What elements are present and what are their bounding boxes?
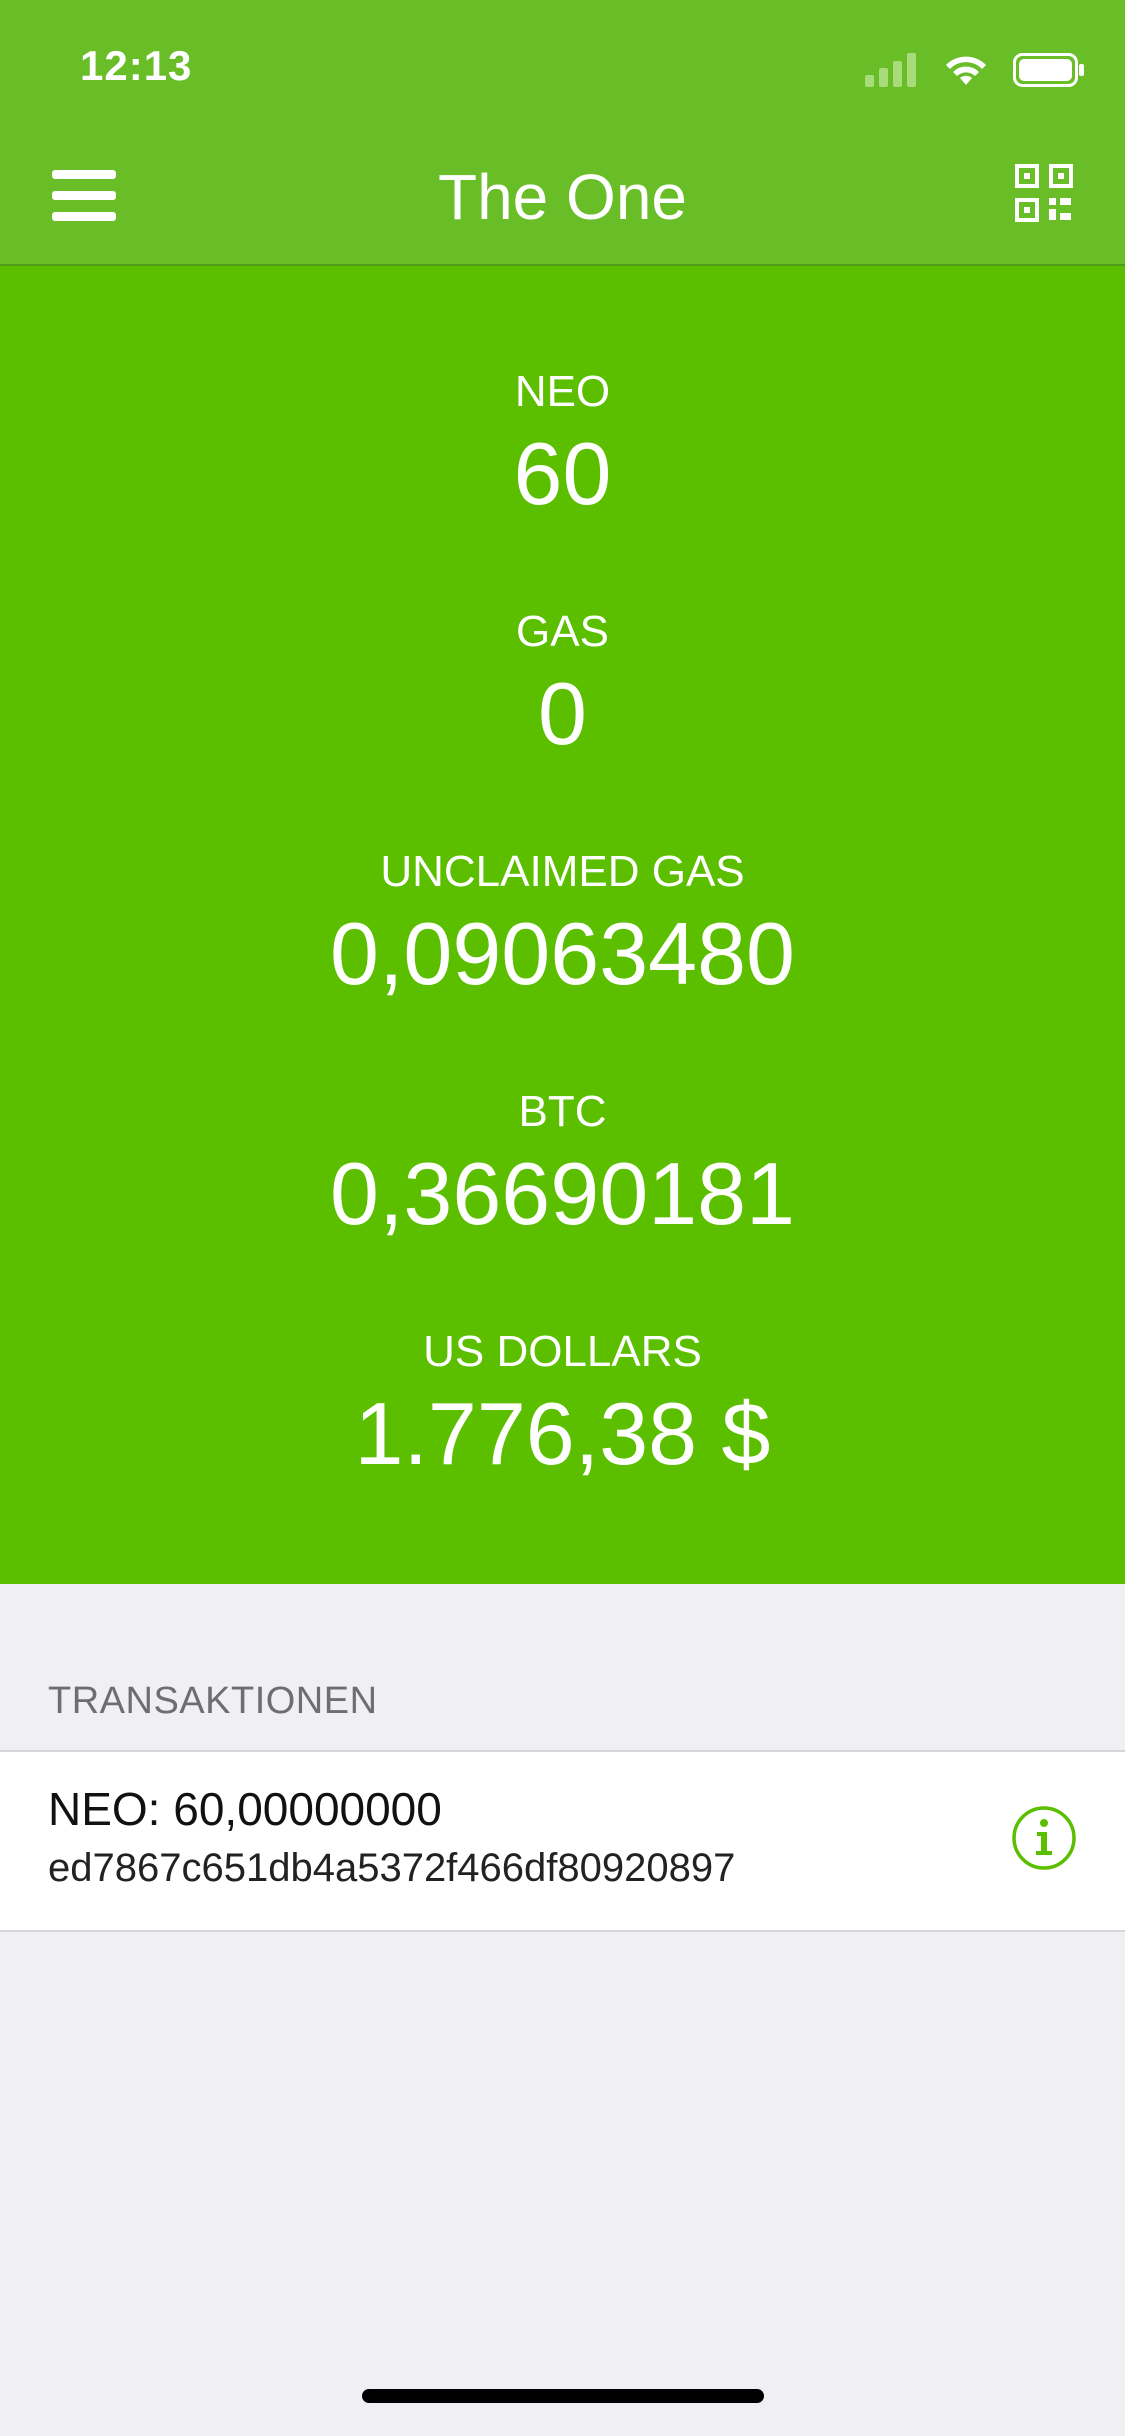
- balance-value: 0,36690181: [330, 1144, 795, 1243]
- balance-label: NEO: [514, 367, 611, 416]
- info-button[interactable]: [1011, 1805, 1077, 1871]
- status-time: 12:13: [80, 42, 193, 89]
- transactions-header: TRANSAKTIONEN: [48, 1680, 378, 1722]
- info-icon: [1012, 1806, 1076, 1870]
- status-icons: [865, 48, 1085, 92]
- signal-icon: [865, 53, 916, 87]
- balance-usd: US DOLLARS 1.776,38 $: [0, 1326, 1125, 1484]
- balance-label: UNCLAIMED GAS: [380, 847, 745, 896]
- transaction-row[interactable]: NEO: 60,00000000 ed7867c651db4a5372f466d…: [0, 1750, 1125, 1932]
- home-indicator[interactable]: [362, 2389, 764, 2403]
- balance-value: 1.776,38 $: [354, 1384, 771, 1483]
- balance-btc: BTC 0,36690181: [0, 1086, 1125, 1244]
- qr-code-icon: [1015, 164, 1073, 222]
- page-title: The One: [437, 161, 688, 233]
- balance-unclaimed-gas: UNCLAIMED GAS 0,09063480: [0, 846, 1125, 1004]
- balance-value: 0,09063480: [330, 904, 795, 1003]
- balance-label: GAS: [516, 607, 609, 656]
- wifi-icon: [946, 56, 986, 85]
- balance-panel: NEO 60 GAS 0 UNCLAIMED GAS 0,09063480 BT…: [0, 266, 1125, 1584]
- transaction-amount: NEO: 60,00000000: [48, 1783, 442, 1835]
- balance-label: BTC: [518, 1087, 607, 1136]
- battery-icon: [1013, 53, 1084, 87]
- balance-label: US DOLLARS: [423, 1327, 702, 1376]
- transaction-hash: ed7867c651db4a5372f466df80920897: [48, 1846, 736, 1890]
- balance-value: 0: [538, 664, 587, 763]
- status-bar: 12:13: [0, 0, 1125, 132]
- balance-neo: NEO 60: [0, 366, 1125, 524]
- nav-bar: The One: [0, 132, 1125, 396]
- balance-value: 60: [513, 424, 612, 523]
- balance-gas: GAS 0: [0, 606, 1125, 764]
- qr-code-button[interactable]: [1015, 164, 1073, 222]
